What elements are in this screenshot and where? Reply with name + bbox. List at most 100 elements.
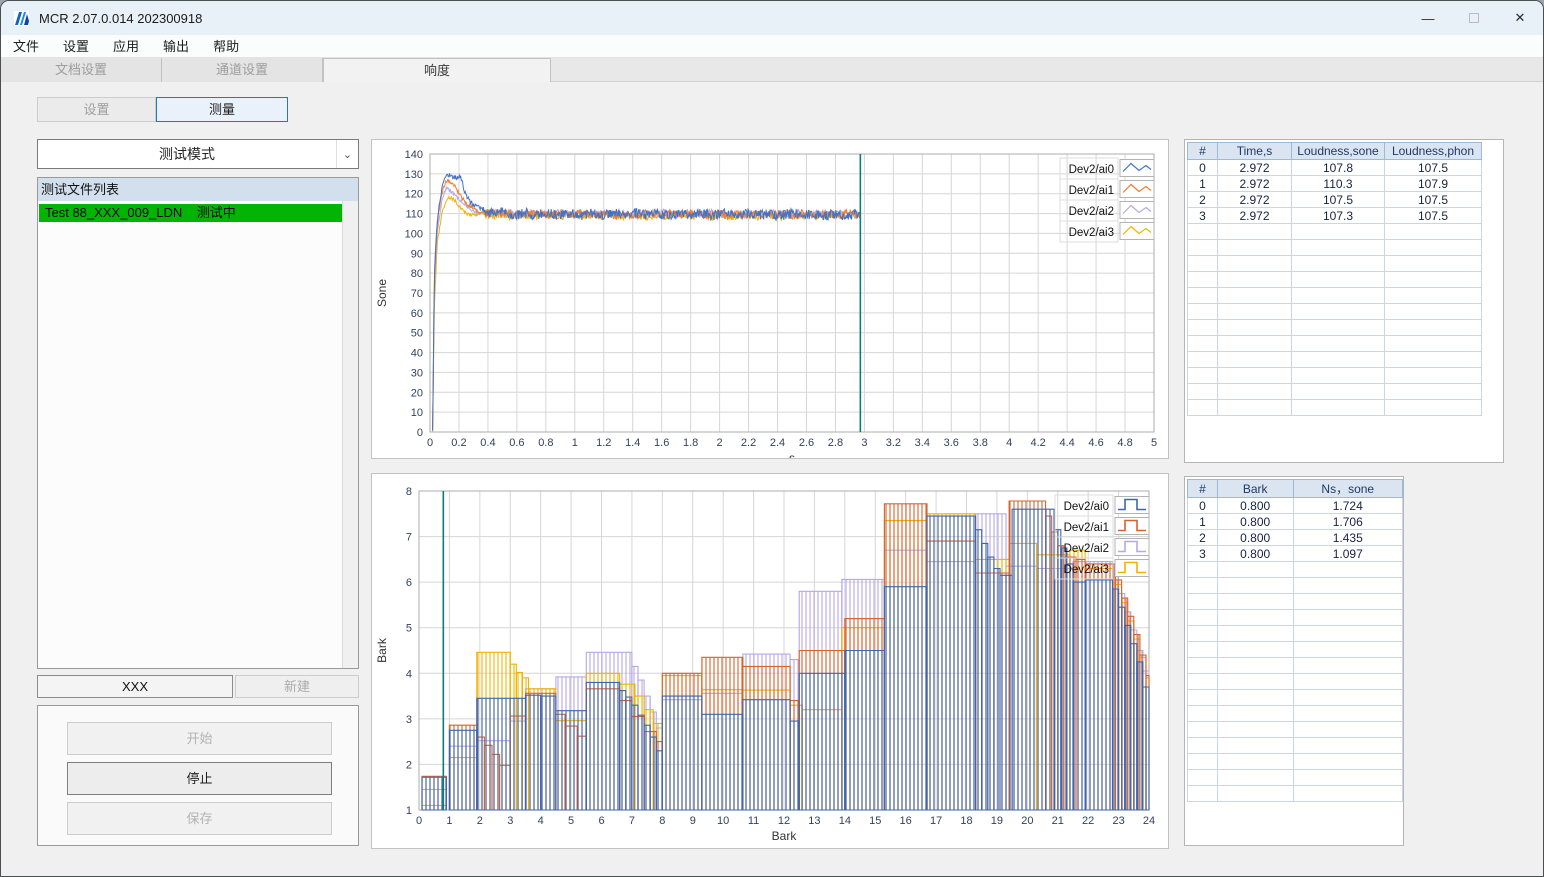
table-cell (1291, 255, 1385, 272)
maximize-button[interactable] (1451, 1, 1497, 35)
menu-item-3[interactable]: 输出 (151, 35, 201, 58)
table-cell (1384, 367, 1482, 384)
table-row-empty[interactable] (1187, 689, 1403, 706)
svg-text:2.2: 2.2 (741, 437, 756, 449)
table-row[interactable]: 3 2.972 107.3 107.5 (1187, 207, 1482, 224)
table-cell (1187, 239, 1218, 256)
table-cell (1291, 319, 1385, 336)
table-row[interactable]: 1 0.800 1.706 (1187, 513, 1403, 530)
svg-text:2.6: 2.6 (799, 437, 814, 449)
table-row-empty[interactable] (1187, 769, 1403, 786)
tab-0[interactable]: 文档设置 (1, 58, 162, 82)
svg-text:7: 7 (629, 815, 635, 827)
test-mode-select[interactable]: 测试模式 ⌄ (37, 139, 359, 169)
table-row-empty[interactable] (1187, 223, 1482, 240)
test-file-list-header: 测试文件列表 (38, 178, 358, 201)
table-cell: 1.706 (1292, 513, 1403, 530)
subtab-measure[interactable]: 测量 (156, 97, 288, 122)
table-row-empty[interactable] (1187, 721, 1403, 738)
table-row[interactable]: 0 2.972 107.8 107.5 (1187, 159, 1482, 176)
table-row-empty[interactable] (1187, 705, 1403, 722)
table-cell (1187, 609, 1218, 626)
legend-label: Dev2/ai3 (1069, 227, 1114, 239)
loudness-time-chart[interactable]: 0 0.2 0.4 0.6 0.8 1 1.2 1.4 1.6 1.8 2 2.2 2.4 2.6 2.8 3… (371, 139, 1169, 465)
table-row-empty[interactable] (1187, 625, 1403, 642)
close-button[interactable]: ✕ (1497, 1, 1543, 35)
table-cell (1216, 753, 1294, 770)
specific-loudness-table[interactable]: # Bark Ns，sone 0 0.800 1.724 1 0.800 1.706 2 0.800… (1184, 476, 1404, 846)
table-row-empty[interactable] (1187, 673, 1403, 690)
svg-text:2.4: 2.4 (770, 437, 785, 449)
start-button[interactable]: 开始 (67, 722, 332, 755)
svg-text:1: 1 (446, 815, 452, 827)
list-item[interactable]: Test 88_XXX_009_LDN 测试中 (39, 204, 342, 222)
tab-2[interactable]: 响度 (323, 58, 551, 83)
table-row-empty[interactable] (1187, 657, 1403, 674)
table-row-empty[interactable] (1187, 753, 1403, 770)
table-row-empty[interactable] (1187, 609, 1403, 626)
svg-text:50: 50 (411, 328, 423, 340)
table-cell (1216, 657, 1294, 674)
table-row-empty[interactable] (1187, 399, 1482, 416)
table-cell (1384, 271, 1482, 288)
subtab-settings[interactable]: 设置 (37, 97, 156, 122)
table-cell (1217, 303, 1292, 320)
menu-bar: 文件 设置 应用 输出 帮助 (1, 35, 1543, 58)
table-row-empty[interactable] (1187, 335, 1482, 352)
table-row[interactable]: 1 2.972 110.3 107.9 (1187, 175, 1482, 192)
menu-item-4[interactable]: 帮助 (201, 35, 251, 58)
svg-text:0.4: 0.4 (480, 437, 495, 449)
table-row-empty[interactable] (1187, 593, 1403, 610)
svg-text:30: 30 (411, 367, 423, 379)
title-bar: MCR 2.07.0.014 202300918 — ✕ (1, 1, 1543, 35)
table-row-empty[interactable] (1187, 367, 1482, 384)
table-row-empty[interactable] (1187, 303, 1482, 320)
table-row[interactable]: 2 0.800 1.435 (1187, 529, 1403, 546)
table-row[interactable]: 3 0.800 1.097 (1187, 545, 1403, 562)
table-row-empty[interactable] (1187, 737, 1403, 754)
table-row-empty[interactable] (1187, 641, 1403, 658)
table-row-empty[interactable] (1187, 577, 1403, 594)
table-cell (1292, 753, 1403, 770)
new-button[interactable]: 新建 (235, 675, 359, 698)
table-row-empty[interactable] (1187, 239, 1482, 256)
svg-text:22: 22 (1082, 815, 1094, 827)
main-content: 设置 测量 测试模式 ⌄ 测试文件列表 Test 88_XXX_009_LDN … (1, 82, 1543, 876)
table-row-empty[interactable] (1187, 319, 1482, 336)
svg-text:23: 23 (1112, 815, 1124, 827)
table-row-empty[interactable] (1187, 383, 1482, 400)
menu-item-1[interactable]: 设置 (51, 35, 101, 58)
minimize-button[interactable]: — (1405, 1, 1451, 35)
table-row-empty[interactable] (1187, 287, 1482, 304)
table-cell (1216, 641, 1294, 658)
table-row-empty[interactable] (1187, 255, 1482, 272)
line-series-Dev2/ai3 (432, 194, 861, 433)
loudness-table[interactable]: # Time,s Loudness,sone Loudness,phon 0 2.972 1… (1184, 139, 1504, 463)
xxx-button[interactable]: XXX (37, 675, 233, 698)
menu-item-0[interactable]: 文件 (1, 35, 51, 58)
table-cell (1216, 625, 1294, 642)
tab-1[interactable]: 通道设置 (162, 58, 323, 82)
table-cell: 1.435 (1292, 529, 1403, 546)
loudness-table-header-2: Loudness,sone (1291, 142, 1385, 160)
table-row-empty[interactable] (1187, 351, 1482, 368)
table-row[interactable]: 0 0.800 1.724 (1187, 497, 1403, 514)
menu-item-2[interactable]: 应用 (101, 35, 151, 58)
svg-text:0.6: 0.6 (509, 437, 524, 449)
loudness-table-header-3: Loudness,phon (1384, 142, 1482, 160)
test-file-list[interactable]: Test 88_XXX_009_LDN 测试中 (38, 201, 342, 668)
table-cell: 1 (1187, 175, 1218, 192)
table-row-empty[interactable] (1187, 561, 1403, 578)
save-button[interactable]: 保存 (67, 802, 332, 835)
list-scrollbar[interactable] (342, 201, 358, 668)
stop-button[interactable]: 停止 (67, 762, 332, 795)
svg-text:1.6: 1.6 (654, 437, 669, 449)
table-cell: 107.5 (1384, 207, 1482, 224)
table-cell (1187, 737, 1218, 754)
table-cell (1187, 303, 1218, 320)
table-cell: 107.5 (1384, 159, 1482, 176)
table-row[interactable]: 2 2.972 107.5 107.5 (1187, 191, 1482, 208)
table-row-empty[interactable] (1187, 785, 1403, 802)
table-row-empty[interactable] (1187, 271, 1482, 288)
specific-loudness-chart[interactable]: 0 1 2 3 4 5 6 7 8 9 10 11 12 13 14 15 16 17 18 19 20 21 22 23 24… (371, 473, 1169, 849)
